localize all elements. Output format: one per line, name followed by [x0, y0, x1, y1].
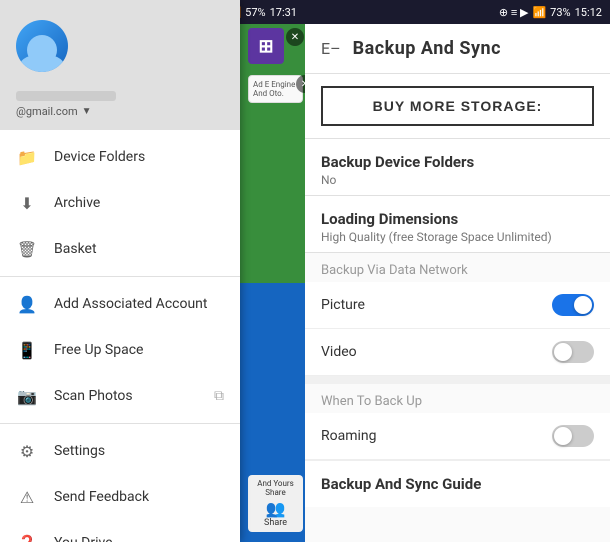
- guide-row[interactable]: Backup And Sync Guide: [305, 460, 610, 507]
- dropdown-arrow-icon[interactable]: ▼: [82, 106, 92, 117]
- trash-icon: [16, 238, 38, 260]
- sidebar-item-label-archive: Archive: [54, 195, 224, 211]
- person-add-icon: [16, 293, 38, 315]
- sidebar-item-archive[interactable]: Archive: [0, 180, 240, 226]
- video-label: Video: [321, 344, 357, 360]
- menu-divider-2: [0, 423, 240, 424]
- left-panel: 📶 57% 17:31 ⊞ ✕ Ad E Engine And Oto. ✕ A…: [0, 0, 305, 542]
- sidebar-item-label-free-up: Free Up Space: [54, 342, 224, 358]
- folder-icon: [16, 146, 38, 168]
- share-text: And Yours Share: [252, 479, 299, 497]
- right-panel: ⊕ ≡ ▶ 📶 73% 15:12 E– Backup And Sync BUY…: [305, 0, 610, 542]
- free-up-icon: [16, 339, 38, 361]
- backup-device-folders-section[interactable]: Backup Device Folders No: [305, 139, 610, 196]
- avatar-body: [20, 54, 64, 72]
- sidebar-item-settings[interactable]: Settings: [0, 428, 240, 474]
- sidebar-item-label-settings: Settings: [54, 443, 224, 459]
- sidebar-item-add-account[interactable]: Add Associated Account: [0, 281, 240, 327]
- collage-button[interactable]: ⊞: [248, 28, 284, 64]
- backup-via-header: Backup Via Data Network: [305, 253, 610, 282]
- account-email: @gmail.com: [16, 105, 78, 118]
- picture-toggle-row: Picture: [305, 282, 610, 329]
- status-bar-right: ⊕ ≡ ▶ 📶 73% 15:12: [305, 0, 610, 24]
- collage-icon: ⊞: [258, 36, 273, 57]
- external-link-icon: ⧉: [214, 388, 224, 404]
- when-to-backup-header: When To Back Up: [305, 384, 610, 413]
- sidebar-item-basket[interactable]: Basket: [0, 226, 240, 272]
- wifi-icon: 📶: [532, 6, 546, 19]
- menu-divider-1: [0, 276, 240, 277]
- loading-dimensions-section[interactable]: Loading Dimensions High Quality (free St…: [305, 196, 610, 253]
- settings-icon: [16, 440, 38, 462]
- sidebar-item-free-up[interactable]: Free Up Space: [0, 327, 240, 373]
- help-icon: [16, 532, 38, 542]
- video-toggle[interactable]: [552, 341, 594, 363]
- sidebar-item-label-device-folders: Device Folders: [54, 149, 224, 165]
- sidebar-item-label-you-drive: You Drive: [54, 535, 224, 542]
- sidebar-item-label-basket: Basket: [54, 241, 224, 257]
- back-button[interactable]: E–: [321, 39, 341, 58]
- close-collage-button[interactable]: ✕: [286, 28, 304, 46]
- sidebar-item-scan-photos[interactable]: Scan Photos ⧉: [0, 373, 240, 419]
- picture-toggle-knob: [574, 296, 592, 314]
- share-icon: 👥: [252, 499, 299, 518]
- feedback-icon: [16, 486, 38, 508]
- camera-icon: [16, 385, 38, 407]
- avatar: [16, 20, 68, 72]
- roaming-toggle-knob: [554, 427, 572, 445]
- time-right: 15:12: [575, 6, 602, 19]
- battery-left: 57%: [245, 6, 265, 19]
- share-card[interactable]: And Yours Share 👥 Share: [248, 475, 303, 532]
- sidebar-item-send-feedback[interactable]: Send Feedback: [0, 474, 240, 520]
- picture-label: Picture: [321, 297, 365, 313]
- page-title: Backup And Sync: [353, 38, 501, 59]
- ad-text: Ad E Engine And Oto.: [253, 80, 295, 98]
- battery-right: 73%: [550, 6, 570, 19]
- guide-label: Backup And Sync Guide: [321, 475, 481, 493]
- video-toggle-knob: [554, 343, 572, 361]
- sidebar-item-label-add-account: Add Associated Account: [54, 296, 224, 312]
- archive-icon: [16, 192, 38, 214]
- roaming-toggle[interactable]: [552, 425, 594, 447]
- backup-device-folders-title: Backup Device Folders: [321, 153, 594, 171]
- sidebar-item-label-scan-photos: Scan Photos: [54, 388, 198, 404]
- drawer-panel: @gmail.com ▼ Device Folders Archive Bask…: [0, 0, 240, 542]
- account-name: [16, 91, 116, 101]
- drawer-header: @gmail.com ▼: [0, 0, 240, 130]
- roaming-toggle-row: Roaming: [305, 413, 610, 460]
- video-toggle-row: Video: [305, 329, 610, 376]
- buy-storage-button[interactable]: BUY MORE STORAGE:: [321, 86, 594, 126]
- section-divider: [305, 376, 610, 384]
- icons-right: ⊕ ≡ ▶: [499, 6, 529, 19]
- storage-button-container: BUY MORE STORAGE:: [305, 74, 610, 139]
- picture-toggle[interactable]: [552, 294, 594, 316]
- right-header: E– Backup And Sync: [305, 24, 610, 74]
- sidebar-item-device-folders[interactable]: Device Folders: [0, 134, 240, 180]
- settings-content: BUY MORE STORAGE: Backup Device Folders …: [305, 74, 610, 542]
- sidebar-item-you-drive[interactable]: You Drive: [0, 520, 240, 542]
- roaming-label: Roaming: [321, 428, 377, 444]
- drawer-menu: Device Folders Archive Basket Add Associ…: [0, 130, 240, 542]
- share-label: Share: [252, 518, 299, 528]
- loading-dimensions-title: Loading Dimensions: [321, 210, 594, 228]
- ad-card: Ad E Engine And Oto.: [248, 75, 303, 103]
- sidebar-item-label-send-feedback: Send Feedback: [54, 489, 224, 505]
- backup-device-folders-subtitle: No: [321, 173, 594, 187]
- time-left: 17:31: [270, 6, 297, 19]
- loading-dimensions-subtitle: High Quality (free Storage Space Unlimit…: [321, 230, 594, 244]
